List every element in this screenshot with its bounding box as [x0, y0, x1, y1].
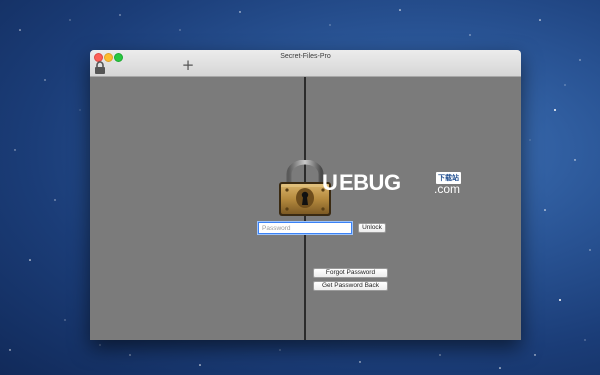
window-title: Secret-Files-Pro [280, 53, 331, 60]
watermark-dotcom: .com [434, 182, 461, 196]
title-bar: Secret-Files-Pro + [90, 50, 521, 77]
password-input[interactable] [258, 222, 352, 234]
watermark-brand: EBUG [339, 170, 401, 195]
lock-icon[interactable] [94, 61, 106, 74]
left-pane [90, 77, 304, 340]
unlock-button[interactable]: Unlock [358, 223, 386, 233]
forgot-password-button[interactable]: Forgot Password [313, 268, 388, 278]
get-password-back-button[interactable]: Get Password Back [313, 281, 388, 291]
watermark-u: U [322, 170, 338, 195]
add-icon[interactable]: + [181, 58, 195, 73]
right-pane [306, 77, 521, 340]
